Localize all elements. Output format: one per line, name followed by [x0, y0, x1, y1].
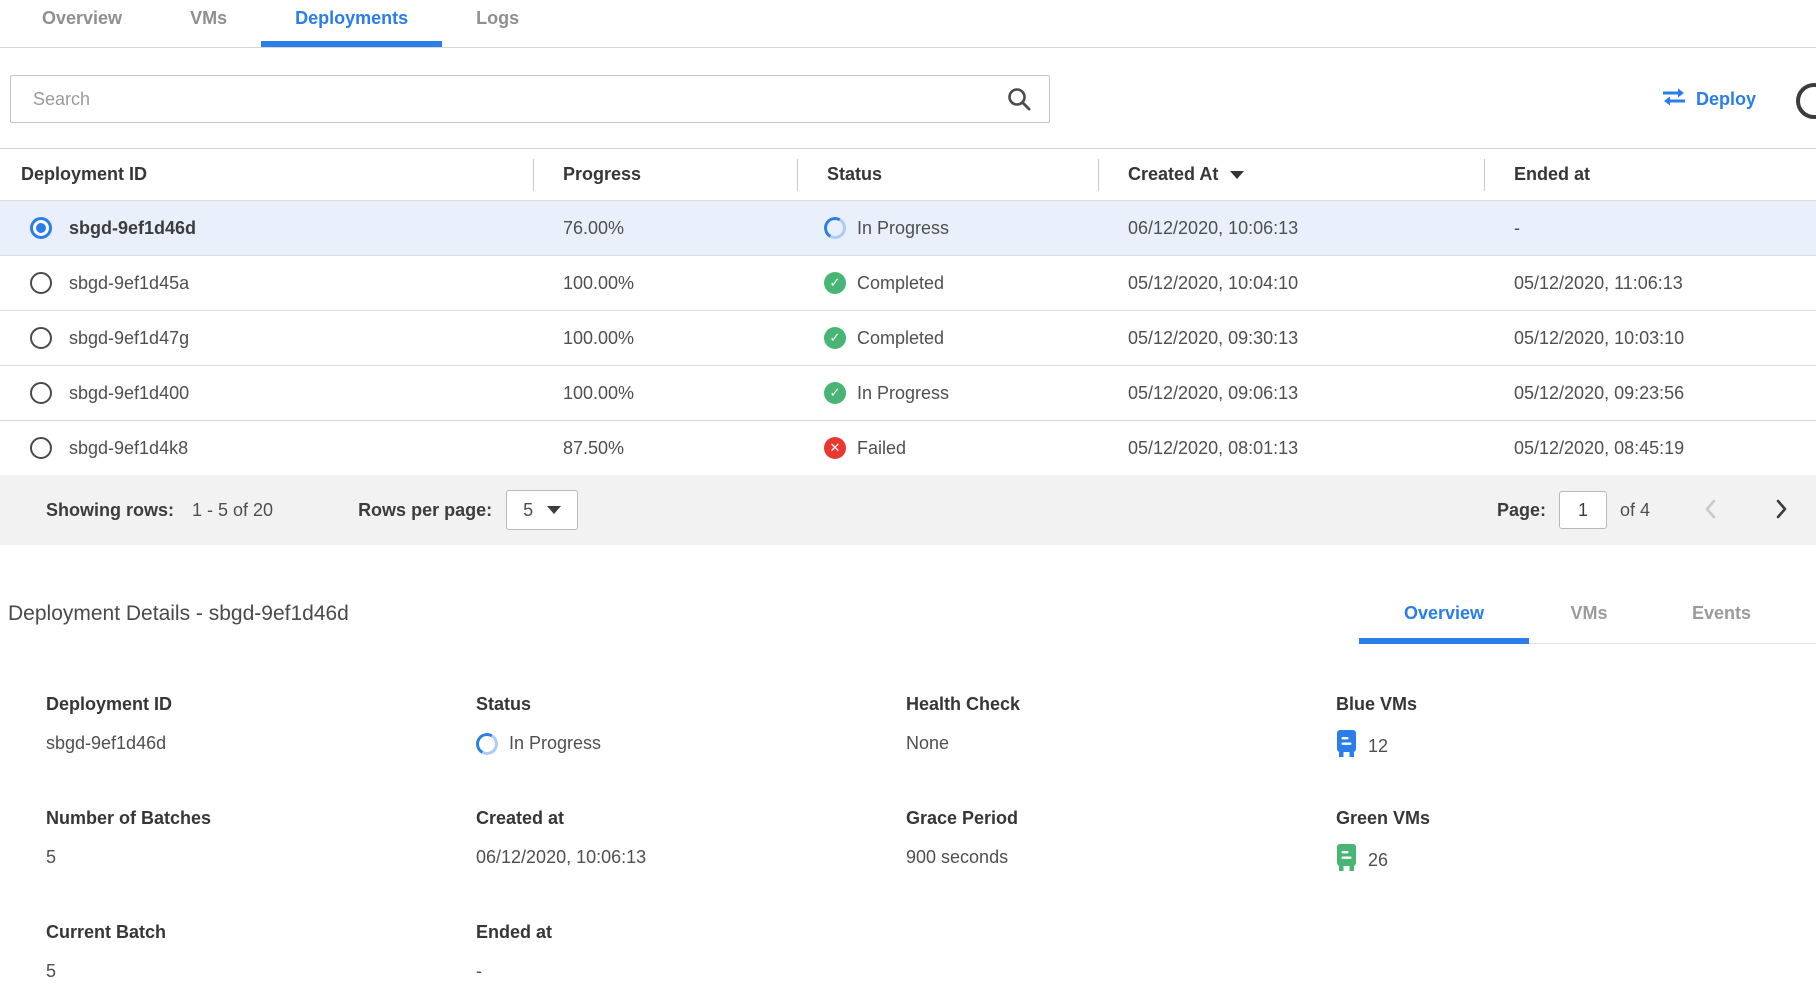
completed-check-icon: ✓ — [824, 272, 846, 294]
page-label: Page: — [1497, 500, 1546, 521]
completed-check-icon: ✓ — [824, 327, 846, 349]
table-row[interactable]: sbgd-9ef1d45a 100.00% ✓ Completed 05/12/… — [0, 255, 1816, 310]
green-server-icon — [1336, 844, 1357, 876]
row-radio[interactable] — [30, 382, 52, 404]
deployment-id-cell: sbgd-9ef1d400 — [69, 383, 189, 404]
in-progress-spinner-icon — [822, 215, 849, 242]
field-deployment-id: Deployment ID sbgd-9ef1d46d — [46, 694, 476, 762]
field-blue-vms: Blue VMs 12 — [1336, 694, 1816, 762]
created-at-cell: 05/12/2020, 10:04:10 — [1098, 273, 1484, 294]
field-current-batch: Current Batch 5 — [46, 922, 476, 985]
column-header-ended-at[interactable]: Ended at — [1484, 149, 1816, 200]
created-at-cell: 05/12/2020, 08:01:13 — [1098, 438, 1484, 459]
ended-at-cell: 05/12/2020, 10:03:10 — [1484, 328, 1816, 349]
status-cell: In Progress — [857, 383, 949, 404]
chevron-left-icon — [1702, 497, 1720, 524]
table-row[interactable]: sbgd-9ef1d4k8 87.50% ✕ Failed 05/12/2020… — [0, 420, 1816, 475]
column-header-status[interactable]: Status — [797, 149, 1098, 200]
tab-deployments[interactable]: Deployments — [261, 0, 442, 47]
details-tab-vms[interactable]: VMs — [1529, 591, 1649, 644]
chevron-right-icon — [1772, 497, 1790, 524]
progress-cell: 100.00% — [533, 273, 797, 294]
sort-descending-icon — [1230, 171, 1244, 179]
created-at-cell: 05/12/2020, 09:06:13 — [1098, 383, 1484, 404]
deployment-id-cell: sbgd-9ef1d45a — [69, 273, 189, 294]
ended-at-cell: 05/12/2020, 08:45:19 — [1484, 438, 1816, 459]
in-progress-spinner-icon — [474, 730, 501, 757]
deployment-id-cell: sbgd-9ef1d4k8 — [69, 438, 188, 459]
deployment-details-grid: Deployment ID sbgd-9ef1d46d Status In Pr… — [0, 694, 1816, 985]
status-cell: In Progress — [857, 218, 949, 239]
progress-cell: 87.50% — [533, 438, 797, 459]
table-header-row: Deployment ID Progress Status Created At… — [0, 148, 1816, 200]
pagination-bar: Showing rows: 1 - 5 of 20 Rows per page:… — [0, 475, 1816, 545]
deployment-details-header: Deployment Details - sbgd-9ef1d46d Overv… — [0, 591, 1816, 644]
progress-cell: 100.00% — [533, 383, 797, 404]
main-tab-bar: Overview VMs Deployments Logs — [0, 0, 1816, 48]
blue-server-icon — [1336, 730, 1357, 762]
details-tab-overview[interactable]: Overview — [1359, 591, 1529, 644]
status-cell: Completed — [857, 328, 944, 349]
showing-rows-value: 1 - 5 of 20 — [192, 500, 273, 521]
page-number-input[interactable] — [1559, 491, 1607, 529]
rows-per-page-value: 5 — [523, 500, 533, 521]
field-ended-at: Ended at - — [476, 922, 906, 985]
completed-check-icon: ✓ — [824, 382, 846, 404]
ended-at-cell: - — [1484, 218, 1816, 239]
status-cell: Failed — [857, 438, 906, 459]
deployment-details-title: Deployment Details - sbgd-9ef1d46d — [0, 602, 349, 644]
rows-per-page-label: Rows per page: — [358, 500, 492, 521]
field-health-check: Health Check None — [906, 694, 1336, 762]
chevron-down-icon — [547, 506, 561, 514]
field-created-at: Created at 06/12/2020, 10:06:13 — [476, 808, 906, 876]
table-body: sbgd-9ef1d46d 76.00% In Progress 06/12/2… — [0, 200, 1816, 475]
field-grace-period: Grace Period 900 seconds — [906, 808, 1336, 876]
deployments-table: Deployment ID Progress Status Created At… — [0, 148, 1816, 545]
rows-per-page-select[interactable]: 5 — [506, 490, 578, 530]
table-row[interactable]: sbgd-9ef1d47g 100.00% ✓ Completed 05/12/… — [0, 310, 1816, 365]
status-cell: Completed — [857, 273, 944, 294]
progress-cell: 76.00% — [533, 218, 797, 239]
column-header-created-at[interactable]: Created At — [1098, 149, 1484, 200]
details-tab-bar: Overview VMs Events — [1359, 591, 1816, 644]
next-page-button[interactable] — [1772, 497, 1790, 524]
row-radio[interactable] — [30, 437, 52, 459]
column-header-progress[interactable]: Progress — [533, 149, 797, 200]
search-box — [10, 75, 1050, 123]
column-header-deployment-id[interactable]: Deployment ID — [0, 149, 533, 200]
tab-logs[interactable]: Logs — [442, 0, 553, 47]
showing-rows-label: Showing rows: — [46, 500, 174, 521]
field-number-of-batches: Number of Batches 5 — [46, 808, 476, 876]
page-total: of 4 — [1620, 500, 1650, 521]
deploy-button[interactable]: Deploy — [1661, 87, 1756, 112]
previous-page-button[interactable] — [1702, 497, 1720, 524]
ended-at-cell: 05/12/2020, 11:06:13 — [1484, 273, 1816, 294]
created-at-cell: 05/12/2020, 09:30:13 — [1098, 328, 1484, 349]
row-radio[interactable] — [30, 272, 52, 294]
table-row[interactable]: sbgd-9ef1d46d 76.00% In Progress 06/12/2… — [0, 200, 1816, 255]
table-row[interactable]: sbgd-9ef1d400 100.00% ✓ In Progress 05/1… — [0, 365, 1816, 420]
deployments-page: Overview VMs Deployments Logs — [0, 0, 1816, 992]
tab-overview[interactable]: Overview — [8, 0, 156, 47]
failed-x-icon: ✕ — [824, 437, 846, 459]
details-tab-events[interactable]: Events — [1649, 591, 1794, 644]
field-status: Status In Progress — [476, 694, 906, 762]
row-radio[interactable] — [30, 327, 52, 349]
deploy-button-label: Deploy — [1696, 89, 1756, 110]
row-radio-selected[interactable] — [30, 217, 52, 239]
ended-at-cell: 05/12/2020, 09:23:56 — [1484, 383, 1816, 404]
swap-arrows-icon — [1661, 87, 1687, 112]
progress-cell: 100.00% — [533, 328, 797, 349]
search-input[interactable] — [10, 75, 1050, 123]
deployment-id-cell: sbgd-9ef1d46d — [69, 218, 196, 239]
created-at-cell: 06/12/2020, 10:06:13 — [1098, 218, 1484, 239]
toolbar: Deploy — [0, 75, 1816, 123]
field-green-vms: Green VMs 26 — [1336, 808, 1816, 876]
tab-vms[interactable]: VMs — [156, 0, 261, 47]
page-controls: Page: of 4 — [1497, 491, 1790, 529]
search-icon — [1006, 86, 1032, 117]
deployment-id-cell: sbgd-9ef1d47g — [69, 328, 189, 349]
